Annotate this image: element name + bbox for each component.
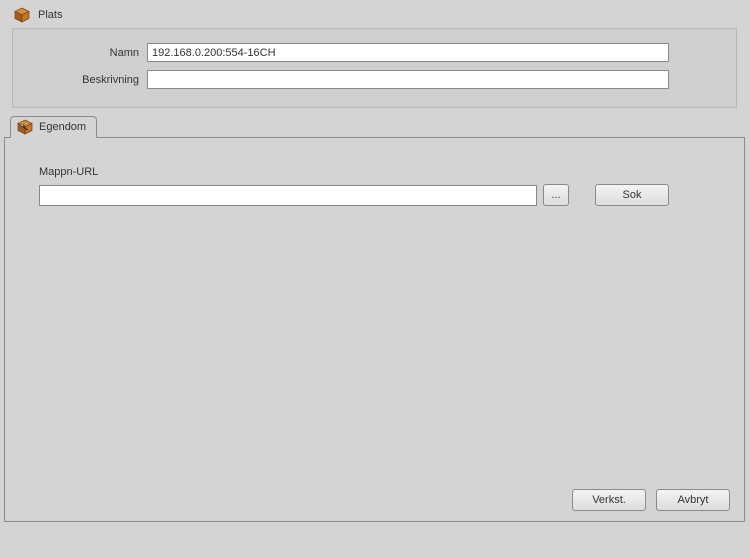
tab-label: Egendom xyxy=(39,121,86,133)
description-row: Beskrivning xyxy=(27,70,722,89)
search-button[interactable]: Sok xyxy=(595,184,669,206)
name-label: Namn xyxy=(27,47,147,59)
folder-url-input[interactable] xyxy=(39,185,537,206)
top-section: Plats Namn Beskrivning xyxy=(0,0,749,108)
top-heading: Plats xyxy=(4,4,745,26)
tab-strip: Egendom xyxy=(10,116,745,138)
apply-button[interactable]: Verkst. xyxy=(572,489,646,511)
description-input[interactable] xyxy=(147,70,669,89)
wrench-cube-icon xyxy=(17,119,33,135)
tab-panel: Mappn-URL ... Sok Verkst. Avbryt xyxy=(4,137,745,522)
name-input[interactable] xyxy=(147,43,669,62)
tab-area: Egendom Mappn-URL ... Sok Verkst. Avbryt xyxy=(0,116,749,526)
section-title: Plats xyxy=(38,9,62,21)
cube-icon xyxy=(14,7,30,23)
tab-properties[interactable]: Egendom xyxy=(10,116,97,138)
footer-buttons: Verkst. Avbryt xyxy=(562,489,730,511)
description-label: Beskrivning xyxy=(27,74,147,86)
browse-button[interactable]: ... xyxy=(543,184,569,206)
folder-url-row: ... Sok xyxy=(39,184,710,206)
folder-url-label: Mappn-URL xyxy=(39,166,710,178)
cancel-button[interactable]: Avbryt xyxy=(656,489,730,511)
name-row: Namn xyxy=(27,43,722,62)
top-fieldset: Namn Beskrivning xyxy=(12,28,737,108)
